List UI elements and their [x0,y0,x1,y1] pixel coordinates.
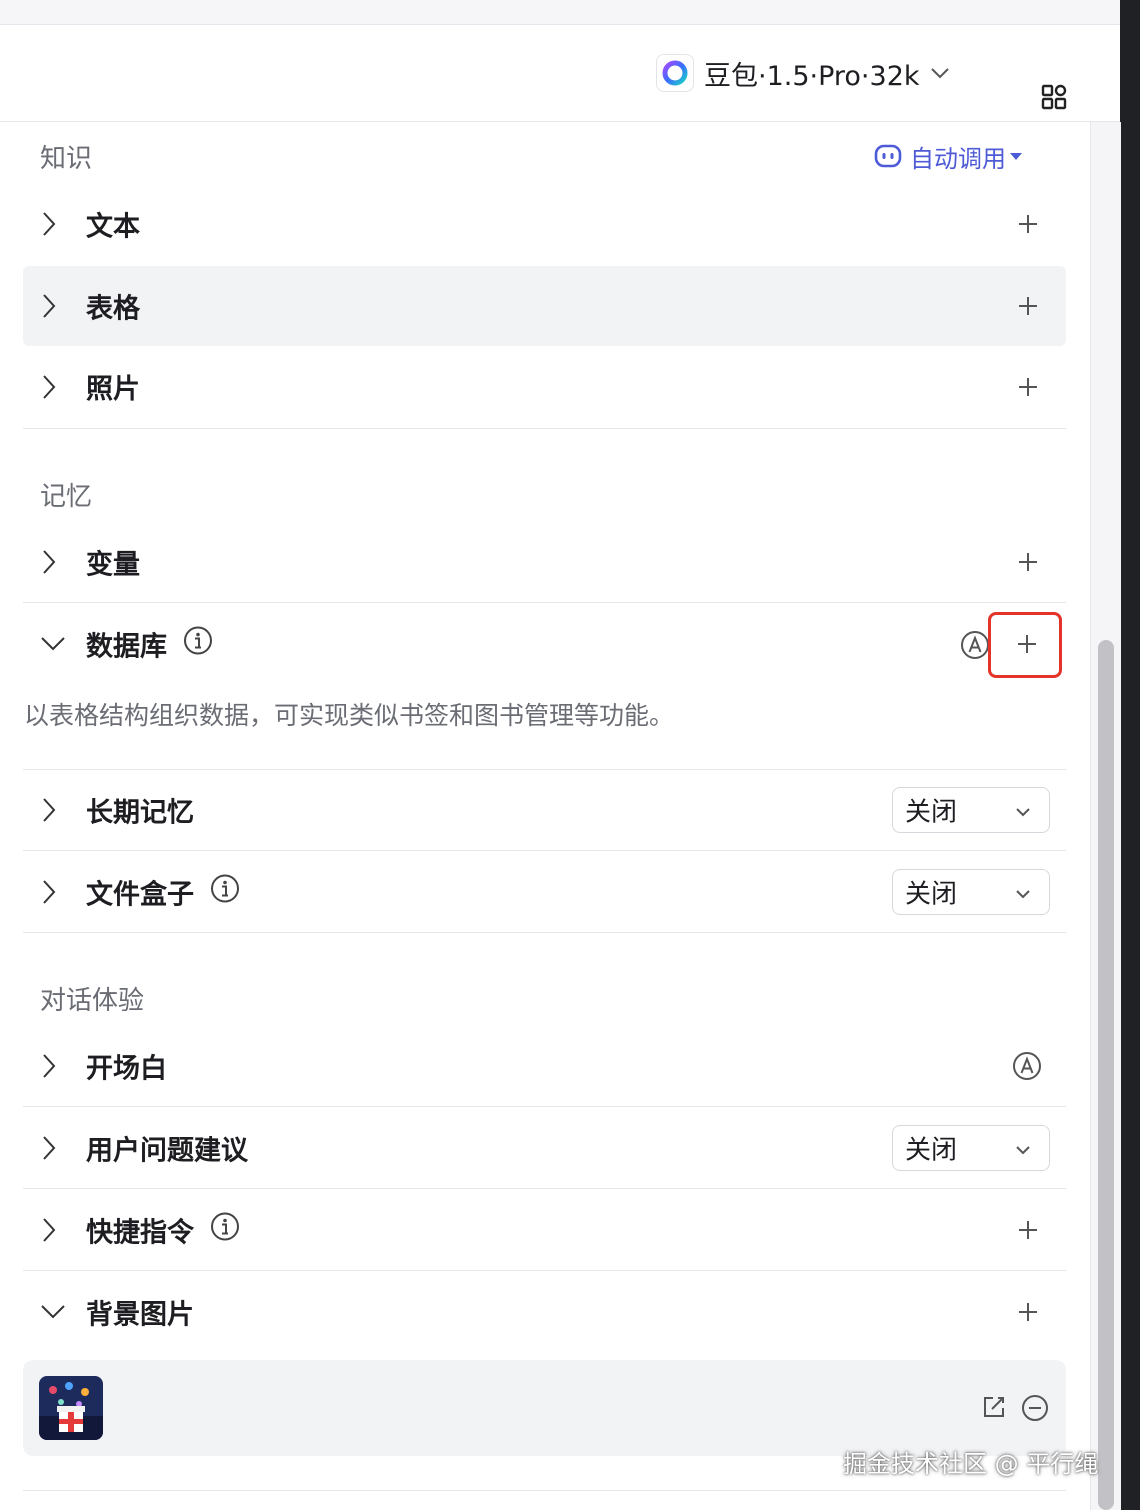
knowledge-row-photo[interactable]: 照片 [23,348,1066,429]
row-label-wrap: 文件盒子 [86,873,240,912]
dialog-row-shortcuts[interactable]: 快捷指令 [23,1190,1066,1271]
model-name: 豆包·1.5·Pro·32k [704,60,920,92]
file-box-select[interactable]: 关闭 [892,869,1050,915]
chevron-right-icon [41,796,57,828]
info-icon[interactable] [183,626,213,663]
add-icon[interactable] [1016,212,1040,240]
row-label: 用户问题建议 [86,1135,248,1167]
chevron-right-icon [41,878,57,910]
dialog-row-background[interactable]: 背景图片 [23,1272,1066,1352]
auto-a-icon[interactable] [1012,1051,1042,1085]
select-value: 关闭 [905,1135,958,1166]
chevron-down-icon [39,1303,67,1325]
chevron-right-icon [41,1134,57,1166]
row-label: 文件盒子 [86,879,194,911]
auto-a-icon[interactable] [960,630,990,664]
add-icon[interactable] [1016,550,1040,578]
memory-row-variables[interactable]: 变量 [23,522,1066,603]
chevron-down-icon [39,635,67,657]
row-label: 快捷指令 [86,1217,194,1249]
row-label-wrap: 快捷指令 [86,1211,240,1250]
background-image-thumbnail[interactable] [39,1376,103,1440]
dialog-row-opening[interactable]: 开场白 [23,1026,1066,1107]
database-description: 以表格结构组织数据，可实现类似书签和图书管理等功能。 [24,701,675,730]
row-label: 背景图片 [86,1299,194,1331]
chevron-right-icon [41,292,57,324]
select-value: 关闭 [905,797,958,828]
chevron-right-icon [41,548,57,580]
chevron-right-icon [41,1216,57,1248]
chevron-down-icon [1015,885,1031,904]
window-edge [1120,0,1140,1510]
apps-grid-icon[interactable] [1040,83,1068,115]
caret-down-icon [1010,152,1022,160]
select-value: 关闭 [905,879,958,910]
row-label: 开场白 [86,1053,167,1085]
background-image-card [23,1360,1066,1456]
chevron-right-icon [41,373,57,405]
auto-call-label: 自动调用 [910,144,1006,173]
header: 豆包·1.5·Pro·32k [0,25,1120,122]
section-title-memory: 记忆 [40,482,93,512]
section-title-dialog: 对话体验 [40,986,145,1016]
row-label: 数据库 [86,631,167,663]
info-icon[interactable] [210,874,240,911]
row-label: 表格 [86,293,140,325]
chevron-right-icon [41,210,57,242]
info-icon[interactable] [210,1212,240,1249]
chevron-down-icon [1015,1141,1031,1160]
robot-icon [874,144,902,168]
section-title-knowledge: 知识 [40,144,93,174]
long-term-memory-select[interactable]: 关闭 [892,787,1050,833]
add-icon[interactable] [1016,375,1040,403]
knowledge-row-text[interactable]: 文本 [23,184,1066,264]
remove-icon[interactable] [1021,1394,1049,1426]
add-icon[interactable] [1016,1300,1040,1328]
chevron-down-icon [1015,803,1031,822]
row-label-wrap: 数据库 [86,625,213,664]
watermark: 掘金技术社区 @ 平行绳 [843,1450,1099,1478]
memory-row-database[interactable]: 数据库 [23,604,1066,684]
divider [23,1490,1066,1491]
highlight-annotation [988,612,1062,678]
auto-call-dropdown[interactable]: 自动调用 [874,140,1022,173]
model-selector[interactable]: 豆包·1.5·Pro·32k [656,53,950,93]
chevron-down-icon [930,64,950,83]
row-label: 长期记忆 [86,797,194,829]
scrollbar-thumb[interactable] [1098,640,1114,1510]
row-label: 文本 [86,211,140,243]
suggestions-select[interactable]: 关闭 [892,1125,1050,1171]
knowledge-row-table[interactable]: 表格 [23,266,1066,346]
row-label: 变量 [86,549,140,581]
top-strip [0,0,1120,25]
add-icon[interactable] [1016,294,1040,322]
row-label: 照片 [86,373,140,405]
model-logo-icon [656,54,694,92]
chevron-right-icon [41,1052,57,1084]
add-icon[interactable] [1016,1218,1040,1246]
edit-icon[interactable] [981,1394,1007,1424]
